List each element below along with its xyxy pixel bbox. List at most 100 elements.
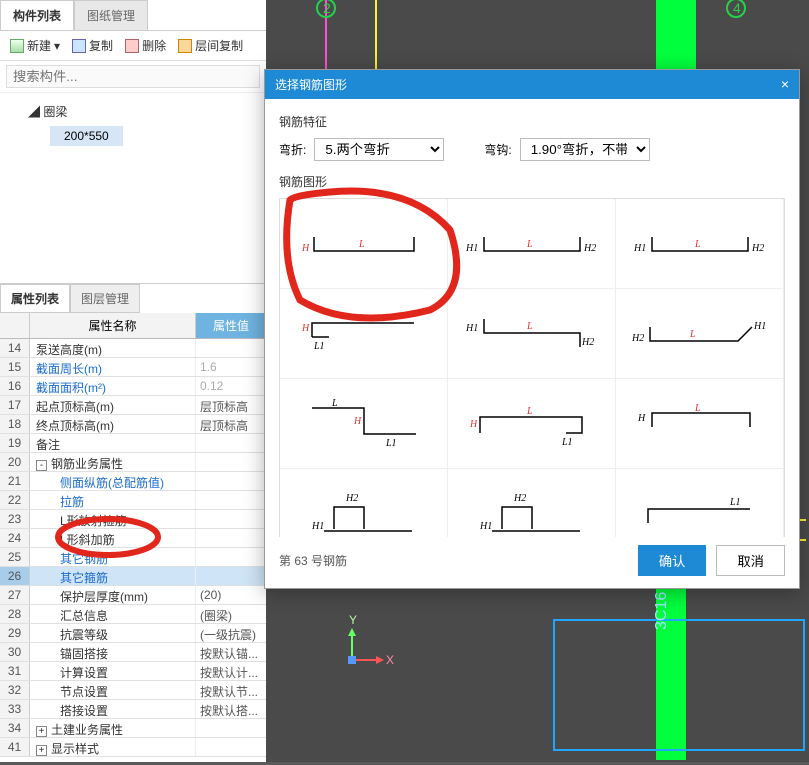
expand-icon[interactable]: + [36, 745, 47, 756]
hook-label: 弯钩: [484, 141, 511, 158]
prop-row[interactable]: 20-钢筋业务属性 [0, 453, 266, 472]
shape-cell[interactable]: H1 H2 [280, 469, 448, 537]
shape-cell[interactable]: H1LH2 [448, 199, 616, 289]
bend-select[interactable]: 5.两个弯折 [314, 138, 444, 161]
svg-text:L: L [689, 329, 696, 340]
svg-text:H1: H1 [753, 321, 766, 332]
svg-text:H1: H1 [465, 323, 478, 334]
prop-row[interactable]: 41+显示样式 [0, 738, 266, 757]
dialog-title: 选择钢筋图形 [275, 76, 347, 93]
prop-row[interactable]: 26其它箍筋 [0, 567, 266, 586]
svg-text:X: X [386, 653, 394, 667]
svg-text:4: 4 [733, 0, 741, 16]
new-button[interactable]: 新建 ▾ [6, 35, 64, 56]
prop-row[interactable]: 27保护层厚度(mm)(20) [0, 586, 266, 605]
prop-row[interactable]: 32节点设置按默认节... [0, 681, 266, 700]
component-tabs: 构件列表 图纸管理 [0, 0, 266, 31]
prop-row[interactable]: 23L形放射箍筋 [0, 510, 266, 529]
prop-row[interactable]: 28汇总信息(圈梁) [0, 605, 266, 624]
tab-props[interactable]: 属性列表 [0, 284, 70, 313]
prop-row[interactable]: 19备注 [0, 434, 266, 453]
layer-copy-icon [178, 39, 192, 53]
shape-cell[interactable]: HL [616, 379, 784, 469]
col-name: 属性名称 [30, 313, 196, 338]
shape-cell[interactable]: HLL1 [448, 379, 616, 469]
shape-cell[interactable]: H1H2 [448, 469, 616, 537]
tree-child[interactable]: 200*550 [50, 126, 123, 146]
svg-text:L: L [526, 321, 533, 332]
prop-row[interactable]: 33搭接设置按默认搭... [0, 700, 266, 719]
svg-text:H: H [301, 323, 310, 334]
expand-icon[interactable]: + [36, 726, 47, 737]
prop-row[interactable]: 14泵送高度(m) [0, 339, 266, 358]
svg-text:H1: H1 [465, 243, 478, 254]
new-icon [10, 39, 24, 53]
shape-cell[interactable]: HL [280, 199, 448, 289]
layer-copy-button[interactable]: 层间复制 [174, 35, 247, 56]
prop-row[interactable]: 18终点顶标高(m)层顶标高 [0, 415, 266, 434]
svg-text:L1: L1 [729, 497, 741, 508]
close-icon[interactable]: × [781, 76, 789, 93]
svg-text:3C16: 3C16 [653, 592, 670, 630]
svg-text:H2: H2 [751, 243, 764, 254]
shape-cell[interactable]: H2LH1 [616, 289, 784, 379]
shape-cell[interactable]: L1 [616, 469, 784, 537]
component-tree: ◢ 圈梁 200*550 [0, 93, 266, 273]
props-header: 属性名称 属性值 [0, 313, 266, 339]
delete-button[interactable]: 删除 [121, 35, 170, 56]
svg-text:L: L [526, 406, 533, 417]
prop-row[interactable]: 25其它钢筋 [0, 548, 266, 567]
component-toolbar: 新建 ▾ 复制 删除 层间复制 [0, 31, 266, 61]
rebar-shape-dialog: 选择钢筋图形 × 钢筋特征 弯折: 5.两个弯折 弯钩: 1.90°弯折，不带弯… [264, 69, 800, 589]
prop-row[interactable]: 30锚固搭接按默认锚... [0, 643, 266, 662]
svg-text:H: H [301, 243, 310, 254]
tab-drawing-mgmt[interactable]: 图纸管理 [74, 0, 148, 30]
svg-text:L1: L1 [385, 438, 397, 449]
delete-icon [125, 39, 139, 53]
svg-text:H: H [637, 413, 646, 424]
prop-row[interactable]: 17起点顶标高(m)层顶标高 [0, 396, 266, 415]
copy-icon [72, 39, 86, 53]
svg-text:H2: H2 [583, 243, 596, 254]
search-row [0, 61, 266, 93]
svg-text:H: H [469, 419, 478, 430]
svg-text:H1: H1 [633, 243, 646, 254]
tree-root[interactable]: ◢ 圈梁 [10, 101, 256, 122]
shape-cell[interactable]: HLL1 [280, 289, 448, 379]
tab-layer-mgmt[interactable]: 图层管理 [70, 284, 140, 313]
svg-text:L: L [331, 398, 338, 409]
prop-row[interactable]: 21侧面纵筋(总配筋值) [0, 472, 266, 491]
expand-icon[interactable]: - [36, 460, 47, 471]
svg-text:H1: H1 [479, 521, 492, 532]
svg-text:2: 2 [323, 0, 331, 16]
shape-grid: HL H1LH2 H1LH2 HLL1 H1LH2 H2LH1 LHL1 [279, 198, 785, 537]
prop-row[interactable]: 31计算设置按默认计... [0, 662, 266, 681]
svg-text:H: H [353, 416, 362, 427]
left-panel: 构件列表 图纸管理 新建 ▾ 复制 删除 层间复制 ◢ 圈梁 200*550 属… [0, 0, 266, 762]
section-shapes: 钢筋图形 [279, 173, 785, 190]
svg-text:H2: H2 [345, 493, 358, 504]
shape-cell[interactable]: H1LH2 [448, 289, 616, 379]
bend-label: 弯折: [279, 141, 306, 158]
props-area: 属性列表 图层管理 属性名称 属性值 14泵送高度(m)15截面周长(m)1.6… [0, 283, 266, 757]
copy-button[interactable]: 复制 [68, 35, 117, 56]
prop-row[interactable]: 24L形斜加筋 [0, 529, 266, 548]
prop-row[interactable]: 16截面面积(m²)0.12 [0, 377, 266, 396]
section-features: 钢筋特征 [279, 113, 785, 130]
search-input[interactable] [6, 65, 260, 88]
shape-cell[interactable]: L H L1 [280, 379, 448, 469]
ok-button[interactable]: 确认 [638, 545, 707, 576]
cancel-button[interactable]: 取消 [716, 545, 785, 576]
prop-row[interactable]: 15截面周长(m)1.6 [0, 358, 266, 377]
shape-cell[interactable]: H1LH2 [616, 199, 784, 289]
prop-row[interactable]: 34+土建业务属性 [0, 719, 266, 738]
hook-select[interactable]: 1.90°弯折，不带弯钩 [520, 138, 650, 161]
props-rows[interactable]: 14泵送高度(m)15截面周长(m)1.616截面面积(m²)0.1217起点顶… [0, 339, 266, 757]
dialog-titlebar[interactable]: 选择钢筋图形 × [265, 70, 799, 99]
prop-row[interactable]: 22拉筋 [0, 491, 266, 510]
svg-text:H1: H1 [311, 521, 324, 532]
tab-component-list[interactable]: 构件列表 [0, 0, 74, 30]
svg-text:L: L [358, 239, 365, 250]
svg-text:L: L [358, 313, 365, 324]
prop-row[interactable]: 29抗震等级(一级抗震) [0, 624, 266, 643]
